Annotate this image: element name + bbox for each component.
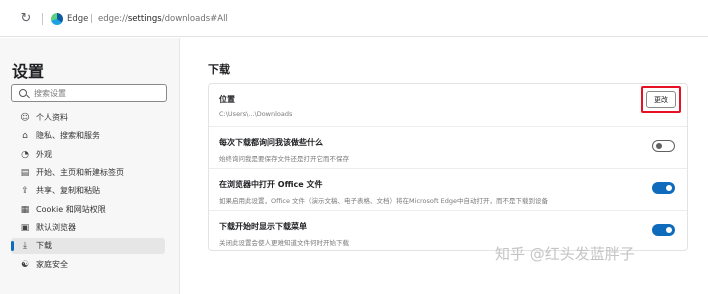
sidebar-item-label: 默认浏览器 xyxy=(36,223,76,232)
open-office-toggle[interactable] xyxy=(652,182,675,194)
sidebar-item-label: Cookie 和网站权限 xyxy=(36,205,106,214)
appearance-icon: ◔ xyxy=(21,150,29,160)
sidebar-item-profile[interactable]: ☺ 个人资料 xyxy=(11,110,165,126)
download-icon: ⤓ xyxy=(23,241,27,251)
toggle-knob xyxy=(666,227,672,233)
open-office-title: 在浏览器中打开 Office 文件 xyxy=(219,180,323,189)
open-office-row: 在浏览器中打开 Office 文件 如果启用此设置，Office 文件（演示文稿… xyxy=(209,168,687,210)
location-row: 位置 C:\Users\...\Downloads 更改 xyxy=(209,84,687,126)
watermark: 知乎 @红头发蓝胖子 xyxy=(495,245,635,263)
sidebar-item-label: 下载 xyxy=(36,241,52,250)
sidebar-item-cookies[interactable]: ▦ Cookie 和网站权限 xyxy=(11,202,165,218)
ask-each-time-toggle[interactable] xyxy=(652,140,675,152)
sidebar-item-label: 家庭安全 xyxy=(36,260,68,269)
change-location-button[interactable]: 更改 xyxy=(646,91,676,108)
site-identity-label[interactable]: Edge xyxy=(67,12,88,26)
url-text[interactable]: edge://settings/downloads#All xyxy=(98,12,228,26)
lock-icon: ⌂ xyxy=(22,131,28,141)
profile-icon: ☺ xyxy=(20,113,30,123)
url-scheme: edge:// xyxy=(98,14,128,24)
page-title: 下载 xyxy=(208,63,230,76)
address-bar: ↻ Edge | edge://settings/downloads#All xyxy=(0,0,708,37)
sidebar-item-label: 开始、主页和新建标签页 xyxy=(36,168,124,177)
sidebar-item-family[interactable]: ☯ 家庭安全 xyxy=(11,257,165,273)
active-indicator xyxy=(11,241,14,251)
refresh-icon[interactable]: ↻ xyxy=(19,12,33,26)
location-path: C:\Users\...\Downloads xyxy=(219,110,293,118)
search-box[interactable] xyxy=(11,84,167,102)
sidebar-title: 设置 xyxy=(12,62,45,81)
default-browser-icon: ▣ xyxy=(20,223,30,233)
show-menu-title: 下载开始时显示下载菜单 xyxy=(219,222,307,231)
edge-logo-icon xyxy=(51,13,63,25)
sidebar-item-label: 个人资料 xyxy=(36,113,68,122)
toggle-knob xyxy=(666,185,672,191)
cookie-icon: ▦ xyxy=(20,205,30,215)
sidebar-item-downloads[interactable]: ⤓ 下载 xyxy=(11,238,165,254)
browser-window: ↻ Edge | edge://settings/downloads#All 设… xyxy=(0,0,708,294)
location-title: 位置 xyxy=(219,95,235,104)
url-path-rest: /downloads#All xyxy=(161,14,228,24)
open-office-desc: 如果启用此设置，Office 文件（演示文稿、电子表格、文档）将在Microso… xyxy=(219,197,549,205)
sidebar-item-start-page[interactable]: ▤ 开始、主页和新建标签页 xyxy=(11,165,165,181)
sidebar-item-share[interactable]: ⇪ 共享、复制和粘贴 xyxy=(11,183,165,199)
sidebar-item-default-browser[interactable]: ▣ 默认浏览器 xyxy=(11,220,165,236)
settings-sidebar: 设置 ☺ 个人资料 ⌂ 隐私、搜索和服务 ◔ 外观 ▤ 开始、主页和新建标签页 … xyxy=(0,38,180,294)
toggle-knob xyxy=(656,143,662,149)
family-icon: ☯ xyxy=(20,260,30,270)
show-menu-desc: 关闭此设置会使人更难知道文件何时开始下载 xyxy=(219,239,349,247)
ask-each-time-row: 每次下载都询问我该做些什么 始终询问我是要保存文件还是打开它而不保存 xyxy=(209,126,687,168)
sidebar-item-privacy[interactable]: ⌂ 隐私、搜索和服务 xyxy=(11,128,165,144)
downloads-settings-card: 位置 C:\Users\...\Downloads 更改 每次下载都询问我该做些… xyxy=(208,83,688,251)
ask-each-time-title: 每次下载都询问我该做些什么 xyxy=(219,138,323,147)
search-icon xyxy=(19,89,27,97)
search-input[interactable] xyxy=(34,86,160,100)
sidebar-item-label: 外观 xyxy=(36,150,52,159)
sidebar-item-label: 共享、复制和粘贴 xyxy=(36,186,100,195)
sidebar-item-label: 隐私、搜索和服务 xyxy=(36,131,100,140)
sidebar-item-appearance[interactable]: ◔ 外观 xyxy=(11,147,165,163)
show-menu-toggle[interactable] xyxy=(652,224,675,236)
url-host: settings xyxy=(127,14,162,24)
url-separator: | xyxy=(90,14,93,24)
ask-each-time-desc: 始终询问我是要保存文件还是打开它而不保存 xyxy=(219,155,349,163)
toolbar-divider xyxy=(42,13,43,25)
start-page-icon: ▤ xyxy=(20,168,30,178)
share-icon: ⇪ xyxy=(21,186,29,196)
